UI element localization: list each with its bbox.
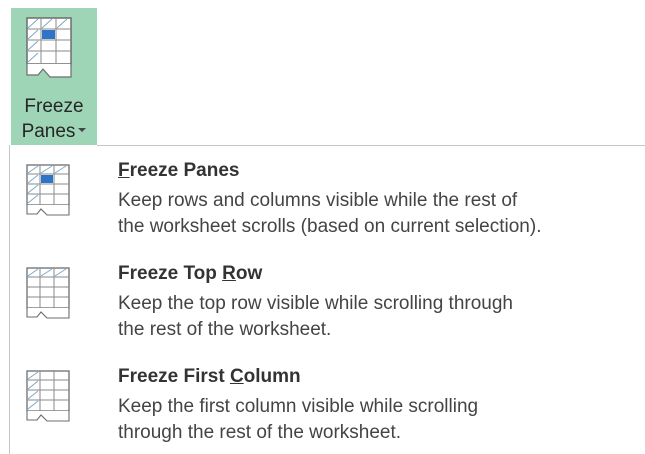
menu-item-title: Freeze Top Row [118, 263, 262, 285]
ribbon-label-panes-text: Panes [21, 121, 76, 142]
title-suffix: reeze Panes [129, 160, 240, 181]
menu-top-border [97, 145, 645, 146]
menu-item-title: Freeze Panes [118, 160, 239, 182]
title-accelerator: F [118, 160, 130, 181]
title-accelerator: C [229, 366, 244, 387]
freeze-first-column-icon [26, 370, 70, 422]
ribbon-label-panes: Panes [11, 121, 97, 143]
menu-item-title: Freeze First Column [118, 366, 301, 388]
title-prefix: Freeze Top [118, 263, 223, 284]
menu-item-description: Keep the top row visible while scrolling… [118, 291, 645, 343]
freeze-panes-icon [26, 17, 72, 78]
freeze-top-row-icon [26, 267, 70, 319]
description-line-1: Keep the first column visible while scro… [118, 396, 479, 417]
menu-item-freeze-first-column[interactable]: Freeze First Column Keep the first colum… [10, 358, 644, 454]
description-line-2: the worksheet scrolls (based on current … [118, 216, 542, 237]
freeze-panes-screen: Freeze Panes Freeze Panes Keep rows and … [0, 0, 645, 454]
menu-item-description: Keep rows and columns visible while the … [118, 188, 645, 240]
description-line-2: the rest of the worksheet. [118, 319, 332, 340]
freeze-panes-icon [26, 164, 70, 216]
freeze-panes-menu: Freeze Panes Keep rows and columns visib… [9, 145, 645, 454]
title-suffix: ow [235, 263, 263, 284]
menu-item-freeze-top-row[interactable]: Freeze Top Row Keep the top row visible … [10, 255, 644, 359]
title-prefix: Freeze First [118, 366, 230, 387]
description-line-2: through the rest of the worksheet. [118, 422, 402, 443]
menu-item-freeze-panes[interactable]: Freeze Panes Keep rows and columns visib… [10, 152, 644, 256]
description-line-1: Keep the top row visible while scrolling… [118, 293, 513, 314]
menu-item-description: Keep the first column visible while scro… [118, 394, 645, 446]
title-accelerator: R [222, 263, 236, 284]
description-line-1: Keep rows and columns visible while the … [118, 190, 518, 211]
title-suffix: olumn [243, 366, 301, 387]
ribbon-label-freeze: Freeze [24, 96, 84, 117]
freeze-panes-ribbon-button[interactable]: Freeze Panes [11, 8, 97, 145]
chevron-down-icon [78, 127, 87, 132]
